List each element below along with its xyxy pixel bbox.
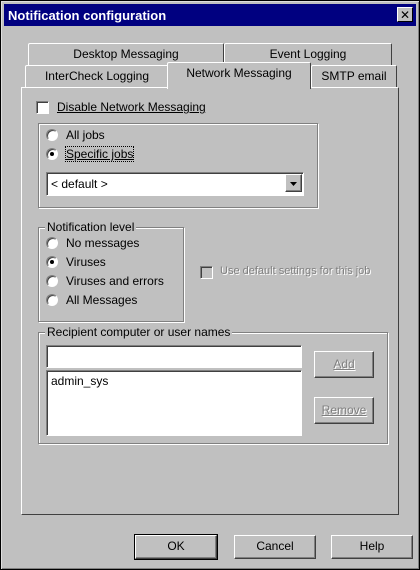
title-bar[interactable]: Notification configuration ✕: [4, 4, 416, 26]
tab-label: SMTP email: [321, 69, 387, 83]
remove-button[interactable]: Remove: [314, 397, 374, 424]
viruses-label: Viruses: [66, 255, 106, 269]
use-default-settings-label: Use default settings for this job: [220, 265, 371, 277]
no-messages-label: No messages: [66, 236, 140, 250]
add-button[interactable]: Add: [314, 351, 374, 378]
all-jobs-radio[interactable]: [46, 129, 58, 141]
chevron-down-icon[interactable]: [285, 174, 302, 192]
use-default-settings-checkbox[interactable]: [200, 266, 213, 279]
remove-button-label: Remove: [321, 403, 367, 417]
help-button[interactable]: Help: [331, 535, 413, 559]
recipient-input[interactable]: [46, 345, 302, 368]
cancel-button[interactable]: Cancel: [234, 535, 316, 559]
tab-label: Event Logging: [269, 47, 347, 61]
ok-button[interactable]: OK: [134, 534, 218, 560]
job-dropdown-value: < default >: [51, 177, 108, 191]
viruses-and-errors-label: Viruses and errors: [66, 274, 164, 288]
list-item[interactable]: admin_sys: [51, 374, 108, 388]
tab-label: Network Messaging: [186, 66, 292, 80]
tab-intercheck-logging[interactable]: InterCheck Logging: [25, 65, 169, 87]
recipient-list[interactable]: admin_sys: [46, 370, 302, 436]
tab-smtp-email[interactable]: SMTP email: [311, 65, 397, 87]
tab-network-messaging[interactable]: Network Messaging: [167, 62, 311, 89]
disable-network-messaging-label: Disable Network Messaging: [57, 100, 206, 114]
all-messages-label: All Messages: [66, 293, 138, 307]
viruses-radio[interactable]: [46, 256, 58, 268]
notification-level-title: Notification level: [45, 220, 137, 234]
tab-label: Desktop Messaging: [73, 47, 179, 61]
specific-jobs-radio[interactable]: [46, 148, 58, 160]
all-jobs-label: All jobs: [66, 128, 105, 142]
close-icon[interactable]: ✕: [397, 7, 413, 22]
cancel-button-label: Cancel: [256, 539, 294, 553]
window-title: Notification configuration: [8, 7, 167, 23]
all-messages-radio[interactable]: [46, 294, 58, 306]
disable-network-messaging-checkbox[interactable]: [36, 101, 49, 114]
help-button-label: Help: [359, 539, 385, 553]
job-dropdown[interactable]: < default >: [46, 172, 304, 196]
viruses-and-errors-radio[interactable]: [46, 275, 58, 287]
recipients-title: Recipient computer or user names: [45, 325, 233, 339]
add-button-label: Add: [333, 357, 355, 371]
no-messages-radio[interactable]: [46, 237, 58, 249]
tab-label: InterCheck Logging: [44, 69, 150, 83]
specific-jobs-label: Specific jobs: [64, 146, 135, 162]
tab-panel: Disable Network Messaging All jobs Speci…: [21, 87, 399, 515]
ok-button-label: OK: [167, 539, 185, 553]
list-item-label: admin_sys: [51, 374, 109, 388]
dialog-window: Notification configuration ✕ Desktop Mes…: [0, 0, 420, 570]
